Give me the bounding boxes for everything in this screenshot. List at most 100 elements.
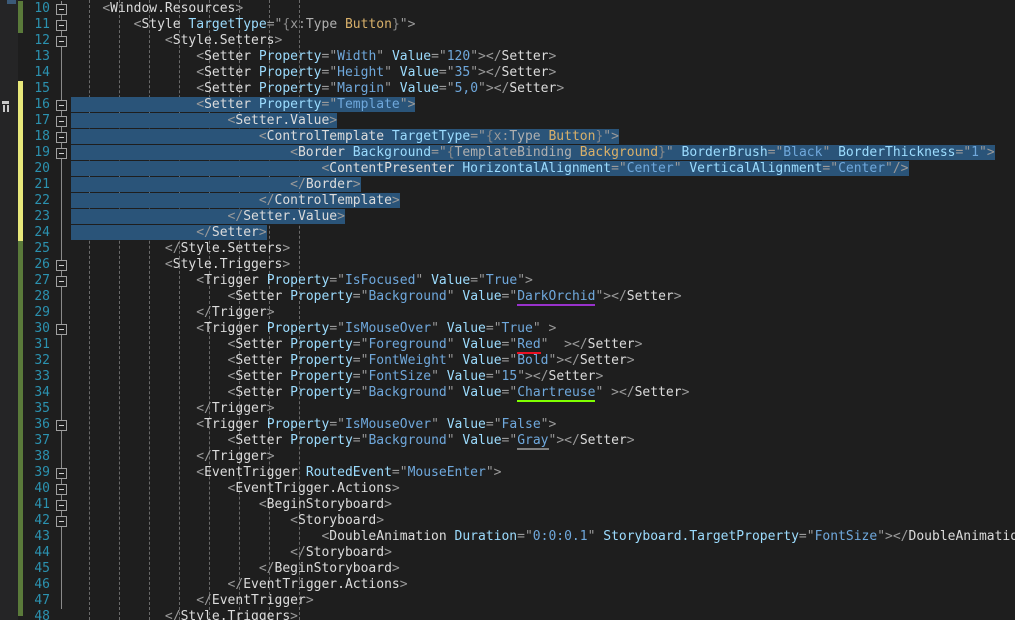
- code-editor-surface[interactable]: 10 11 12 13 14 15 16 17 18 19 20 21 22 23 24 25 26 27 28 29…: [0, 0, 1015, 620]
- code-line[interactable]: <Trigger Property="IsFocused" Value="Tru…: [71, 273, 1015, 289]
- code-line[interactable]: </Border>: [71, 177, 1015, 193]
- outlining-fold-column[interactable]: [53, 0, 71, 620]
- line-number-gutter: 10 11 12 13 14 15 16 17 18 19 20 21 22 23 24 25 26 27 28 29…: [23, 0, 53, 620]
- code-line[interactable]: <Setter Property="FontWeight" Value="Bol…: [71, 353, 1015, 369]
- code-line[interactable]: </Style.Setters>: [71, 241, 1015, 257]
- fold-collapse-icon[interactable]: [56, 276, 67, 287]
- code-line[interactable]: <Setter Property="Template">: [71, 97, 1015, 113]
- code-line-text: </Trigger>: [196, 449, 275, 464]
- fold-guide-line: [61, 49, 62, 65]
- fold-row[interactable]: [53, 273, 71, 289]
- line-number: 36: [34, 417, 50, 432]
- code-line[interactable]: <Setter Property="Width" Value="120"></S…: [71, 49, 1015, 65]
- code-line[interactable]: <Setter Property="Foreground" Value="Red…: [71, 337, 1015, 354]
- code-line[interactable]: </BeginStoryboard>: [71, 561, 1015, 577]
- code-line[interactable]: <Trigger Property="IsMouseOver" Value="T…: [71, 321, 1015, 337]
- fold-row[interactable]: [53, 513, 71, 529]
- code-line[interactable]: </Trigger>: [71, 305, 1015, 321]
- code-text-area[interactable]: <Window.Resources> <Style TargetType="{x…: [71, 0, 1015, 620]
- fold-row[interactable]: [53, 465, 71, 481]
- code-line[interactable]: <Style.Triggers>: [71, 257, 1015, 273]
- fold-collapse-icon[interactable]: [56, 468, 67, 479]
- fold-collapse-icon[interactable]: [56, 116, 67, 127]
- code-line[interactable]: <ContentPresenter HorizontalAlignment="C…: [71, 161, 1015, 177]
- fold-row[interactable]: [53, 17, 71, 33]
- fold-collapse-icon[interactable]: [56, 100, 67, 111]
- fold-guide-line: [61, 449, 62, 465]
- fold-collapse-icon[interactable]: [56, 516, 67, 527]
- editor-left-rail: [0, 0, 18, 620]
- code-line[interactable]: <Setter Property="FontSize" Value="15"><…: [71, 369, 1015, 385]
- code-line[interactable]: <ControlTemplate TargetType="{x:Type But…: [71, 129, 1015, 145]
- fold-collapse-icon[interactable]: [56, 324, 67, 335]
- code-line[interactable]: <Setter Property="Background" Value="Dar…: [71, 289, 1015, 306]
- code-line[interactable]: <Setter Property="Background" Value="Gra…: [71, 433, 1015, 450]
- code-line[interactable]: <Window.Resources>: [71, 1, 1015, 17]
- code-line[interactable]: <Style.Setters>: [71, 33, 1015, 49]
- fold-row: [53, 209, 71, 225]
- bookmark-glyph-icon[interactable]: [2, 101, 13, 112]
- line-number: 39: [34, 465, 50, 480]
- fold-row[interactable]: [53, 497, 71, 513]
- fold-row[interactable]: [53, 97, 71, 113]
- fold-guide-line: [61, 289, 62, 305]
- line-number: 29: [34, 305, 50, 320]
- fold-row[interactable]: [53, 481, 71, 497]
- line-number: 25: [34, 241, 50, 256]
- code-line[interactable]: <Setter Property="Height" Value="35"></S…: [71, 65, 1015, 81]
- code-line-text: <EventTrigger.Actions>: [227, 481, 400, 496]
- code-line-text: <Setter Property="FontWeight" Value="Bol…: [227, 353, 635, 368]
- code-line[interactable]: </Storyboard>: [71, 545, 1015, 561]
- code-line[interactable]: <Setter.Value>: [71, 113, 1015, 129]
- fold-guide-line: [61, 401, 62, 417]
- change-bar-column: [18, 0, 23, 620]
- code-line[interactable]: </Trigger>: [71, 401, 1015, 417]
- fold-row[interactable]: [53, 1, 71, 17]
- code-line[interactable]: </EventTrigger.Actions>: [71, 577, 1015, 593]
- fold-collapse-icon[interactable]: [56, 132, 67, 143]
- fold-row: [53, 289, 71, 305]
- fold-collapse-icon[interactable]: [56, 148, 67, 159]
- code-line[interactable]: </Setter>: [71, 225, 1015, 241]
- code-line[interactable]: </Trigger>: [71, 449, 1015, 465]
- line-number: 41: [34, 497, 50, 512]
- fold-row[interactable]: [53, 33, 71, 49]
- fold-collapse-icon[interactable]: [56, 36, 67, 47]
- code-line[interactable]: <Storyboard>: [71, 513, 1015, 529]
- code-line[interactable]: </ControlTemplate>: [71, 193, 1015, 209]
- fold-collapse-icon[interactable]: [56, 484, 67, 495]
- code-line[interactable]: <DoubleAnimation Duration="0:0:0.1" Stor…: [71, 529, 1015, 545]
- code-line[interactable]: <EventTrigger RoutedEvent="MouseEnter">: [71, 465, 1015, 481]
- code-line[interactable]: </Setter.Value>: [71, 209, 1015, 225]
- fold-collapse-icon[interactable]: [56, 260, 67, 271]
- code-line[interactable]: <Border Background="{TemplateBinding Bac…: [71, 145, 1015, 162]
- fold-collapse-icon[interactable]: [56, 20, 67, 31]
- code-line[interactable]: <Setter Property="Margin" Value="5,0"></…: [71, 81, 1015, 97]
- fold-collapse-icon[interactable]: [56, 420, 67, 431]
- code-line-text: <Setter Property="Foreground" Value="Red…: [227, 337, 643, 354]
- code-line[interactable]: <Setter Property="Background" Value="Cha…: [71, 385, 1015, 402]
- fold-guide-line: [61, 209, 62, 225]
- fold-row[interactable]: [53, 145, 71, 161]
- fold-guide-line: [61, 545, 62, 561]
- code-line[interactable]: <Trigger Property="IsMouseOver" Value="F…: [71, 417, 1015, 433]
- fold-row[interactable]: [53, 129, 71, 145]
- code-line-text: <Setter Property="Width" Value="120"></S…: [196, 49, 557, 64]
- code-line[interactable]: <BeginStoryboard>: [71, 497, 1015, 513]
- code-line[interactable]: <EventTrigger.Actions>: [71, 481, 1015, 497]
- code-line[interactable]: </Style.Triggers>: [71, 609, 1015, 620]
- code-line-text: <Setter.Value>: [71, 113, 338, 128]
- fold-row[interactable]: [53, 321, 71, 337]
- fold-row[interactable]: [53, 417, 71, 433]
- fold-row[interactable]: [53, 257, 71, 273]
- code-line-text: <Setter Property="Background" Value="Dar…: [227, 289, 682, 306]
- fold-row[interactable]: [53, 113, 71, 129]
- code-line-text: </Trigger>: [196, 401, 275, 416]
- fold-collapse-icon[interactable]: [56, 500, 67, 511]
- fold-row: [53, 81, 71, 97]
- fold-guide-line: [61, 369, 62, 385]
- fold-guide-line: [61, 65, 62, 81]
- fold-collapse-icon[interactable]: [56, 4, 67, 15]
- code-line[interactable]: </EventTrigger>: [71, 593, 1015, 609]
- code-line[interactable]: <Style TargetType="{x:Type Button}">: [71, 17, 1015, 33]
